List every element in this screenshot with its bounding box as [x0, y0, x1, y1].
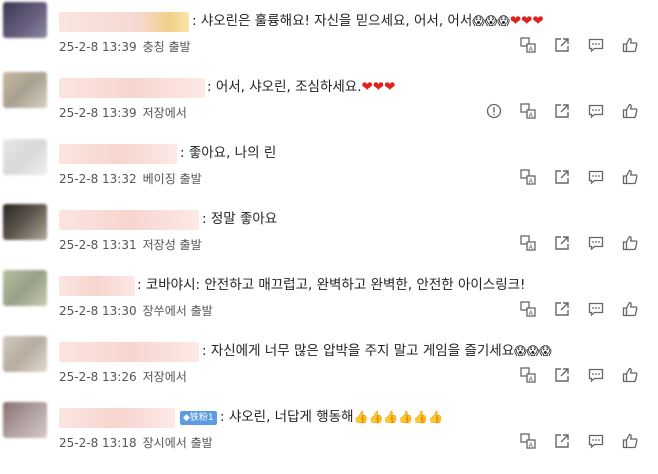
comment-actions: A — [520, 301, 638, 317]
like-icon[interactable] — [622, 433, 638, 449]
comment-actions: A — [520, 169, 638, 185]
avatar[interactable] — [3, 270, 47, 306]
location: 저장에서 — [142, 106, 187, 120]
avatar[interactable] — [3, 204, 47, 240]
share-icon[interactable] — [554, 169, 570, 185]
location: 충칭 출발 — [142, 40, 191, 54]
comment-text: : 자신에게 너무 많은 압박을 주지 말고 게임을 즐기세요😱😱😱 — [202, 343, 552, 359]
timestamp: 25-2-8 13:32 — [59, 172, 137, 186]
comment-text: : 어서, 샤오린, 조심하세요.❤❤❤ — [207, 79, 396, 95]
avatar[interactable] — [3, 402, 47, 438]
comment-text: : 정말 좋아요 — [202, 211, 278, 227]
comment-actions: A — [486, 103, 638, 119]
share-icon[interactable] — [554, 301, 570, 317]
timestamp: 25-2-8 13:39 — [59, 106, 137, 120]
comment-meta: 25-2-8 13:39 저장에서 — [59, 104, 187, 121]
location: 베이징 출발 — [142, 172, 202, 186]
username[interactable] — [59, 12, 189, 32]
comment-text: : 샤오린은 훌륭해요! 자신을 믿으세요, 어서, 어서😱😱😱❤❤❤ — [192, 13, 544, 29]
comment-meta: 25-2-8 13:26 저장에서 — [59, 368, 187, 385]
like-icon[interactable] — [622, 301, 638, 317]
translate-icon[interactable]: A — [520, 367, 536, 383]
avatar[interactable] — [3, 336, 47, 372]
username[interactable] — [59, 276, 135, 296]
timestamp: 25-2-8 13:18 — [59, 436, 137, 450]
timestamp: 25-2-8 13:39 — [59, 40, 137, 54]
timestamp: 25-2-8 13:26 — [59, 370, 137, 384]
username[interactable] — [59, 408, 175, 428]
translate-icon[interactable]: A — [520, 103, 536, 119]
report-icon[interactable] — [486, 103, 502, 119]
comment-icon[interactable] — [588, 235, 604, 251]
comment-actions: A — [520, 367, 638, 383]
comment-meta: 25-2-8 13:32 베이징 출발 — [59, 170, 202, 187]
avatar[interactable] — [3, 72, 47, 108]
comment-icon[interactable] — [588, 37, 604, 53]
comment-icon[interactable] — [588, 433, 604, 449]
location: 장시에서 출발 — [142, 436, 213, 450]
comment-actions: A — [520, 433, 638, 449]
translate-icon[interactable]: A — [520, 235, 536, 251]
username[interactable] — [59, 78, 205, 98]
comment-icon[interactable] — [588, 103, 604, 119]
comment-actions: A — [520, 235, 638, 251]
location: 저장성 출발 — [142, 238, 202, 252]
comment-meta: 25-2-8 13:31 저장성 출발 — [59, 236, 202, 253]
timestamp: 25-2-8 13:30 — [59, 304, 137, 318]
comment-icon[interactable] — [588, 169, 604, 185]
comment-text: : 좋아요, 나의 린 — [180, 145, 277, 161]
comment-meta: 25-2-8 13:39 충칭 출발 — [59, 38, 191, 55]
comment-icon[interactable] — [588, 367, 604, 383]
avatar[interactable] — [3, 139, 47, 175]
username[interactable] — [59, 144, 177, 164]
translate-icon[interactable]: A — [520, 433, 536, 449]
comment-text: : 샤오린, 너답게 행동해👍👍👍👍👍👍 — [220, 409, 444, 425]
translate-icon[interactable]: A — [520, 169, 536, 185]
like-icon[interactable] — [622, 169, 638, 185]
comment-icon[interactable] — [588, 301, 604, 317]
share-icon[interactable] — [554, 367, 570, 383]
like-icon[interactable] — [622, 367, 638, 383]
comment-text: : 코바야시: 안전하고 매끄럽고, 완벽하고 완벽한, 안전한 아이스링크! — [137, 277, 526, 293]
share-icon[interactable] — [554, 433, 570, 449]
translate-icon[interactable]: A — [520, 301, 536, 317]
share-icon[interactable] — [554, 103, 570, 119]
avatar[interactable] — [3, 2, 47, 38]
share-icon[interactable] — [554, 235, 570, 251]
comment-actions: A — [520, 37, 638, 53]
like-icon[interactable] — [622, 235, 638, 251]
translate-icon[interactable]: A — [520, 37, 536, 53]
username[interactable] — [59, 210, 199, 230]
like-icon[interactable] — [622, 103, 638, 119]
comment-meta: 25-2-8 13:18 장시에서 출발 — [59, 434, 213, 451]
share-icon[interactable] — [554, 37, 570, 53]
location: 저장에서 — [142, 370, 187, 384]
timestamp: 25-2-8 13:31 — [59, 238, 137, 252]
username[interactable] — [59, 342, 199, 362]
fan-badge: ◆铁粉1 — [180, 411, 217, 425]
like-icon[interactable] — [622, 37, 638, 53]
location: 장쑤에서 출발 — [142, 304, 213, 318]
comment-meta: 25-2-8 13:30 장쑤에서 출발 — [59, 302, 213, 319]
